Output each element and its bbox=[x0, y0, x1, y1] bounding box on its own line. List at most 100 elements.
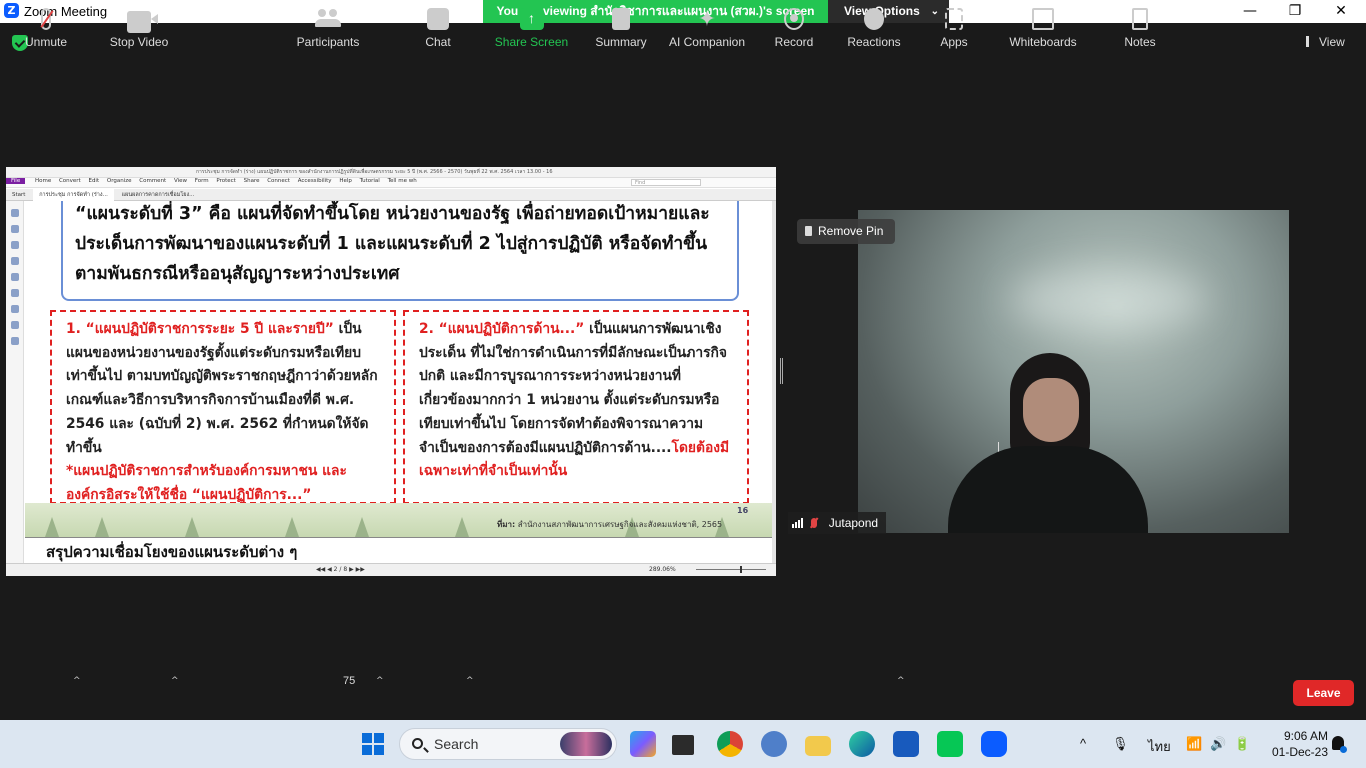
word-icon[interactable] bbox=[893, 731, 919, 757]
slide-number: 16 bbox=[737, 506, 749, 515]
menu-help: Help bbox=[339, 178, 352, 184]
participants-options-caret[interactable]: ^ bbox=[376, 676, 384, 686]
doc-tab-start: Start bbox=[12, 192, 26, 198]
remove-pin-button[interactable]: Remove Pin bbox=[797, 219, 895, 244]
taskbar-search[interactable]: Search bbox=[399, 728, 617, 760]
menu-edit: Edit bbox=[88, 178, 100, 184]
search-icon bbox=[412, 738, 423, 749]
menu-tutorial: Tutorial bbox=[359, 178, 380, 184]
unmute-button[interactable]: Unmute bbox=[20, 8, 72, 49]
summary-button[interactable]: Summary bbox=[592, 8, 650, 49]
doc-tab-plan: แผนผลการคาดการเชื่อมโยง... bbox=[121, 192, 195, 198]
menu-organize: Organize bbox=[106, 178, 132, 184]
restore-button[interactable]: ❐ bbox=[1272, 0, 1318, 23]
share-screen-button[interactable]: Share Screen bbox=[494, 8, 569, 49]
shared-doc-title: การประชุม การจัดทำ (ร่าง) แผนปฏิบัติราชก… bbox=[196, 169, 553, 175]
reactions-button[interactable]: Reactions bbox=[845, 8, 903, 49]
stop-video-button[interactable]: Stop Video bbox=[104, 8, 174, 49]
next-slide-title: สรุปความเชื่อมโยงของแผนระดับต่าง ๆ bbox=[25, 537, 773, 563]
apps-icon bbox=[945, 8, 963, 30]
chat-button[interactable]: Chat bbox=[418, 8, 458, 49]
menu-accessibility: Accessibility bbox=[297, 178, 332, 184]
view-layout-icon bbox=[1306, 36, 1314, 47]
menu-comment: Comment bbox=[139, 178, 167, 184]
five-year-plan-body: เป็นแผนของหน่วยงานของรัฐตั้งแต่ระดับกรมห… bbox=[66, 321, 378, 456]
reactions-options-caret[interactable]: ^ bbox=[897, 676, 905, 686]
notes-button[interactable]: Notes bbox=[1120, 8, 1160, 49]
apps-button[interactable]: Apps bbox=[936, 8, 972, 49]
find-field: Find bbox=[631, 179, 701, 186]
menu-view: View bbox=[173, 178, 188, 184]
five-year-plan-heading: 1. “แผนปฏิบัติราชการระยะ 5 ปี และรายปี” bbox=[66, 321, 334, 337]
summary-icon bbox=[612, 8, 630, 30]
edge-icon[interactable] bbox=[849, 731, 875, 757]
zoom-taskbar-icon[interactable] bbox=[981, 731, 1007, 757]
network-app-icon[interactable] bbox=[761, 731, 787, 757]
clock-date: 01-Dec-23 bbox=[1271, 745, 1328, 759]
slide-source: ที่มา: สำนักงานสภาพัฒนาการเศรษฐกิจและสัง… bbox=[497, 518, 722, 531]
chat-bubble-icon bbox=[427, 8, 449, 30]
shared-app-menu: File Home Convert Edit Organize Comment … bbox=[6, 178, 776, 188]
reaction-smiley-icon bbox=[864, 8, 884, 30]
language-indicator[interactable]: ไทย bbox=[1148, 736, 1171, 757]
participant-name-tag: Jutapond bbox=[788, 512, 886, 534]
participant-video[interactable] bbox=[858, 210, 1289, 533]
search-placeholder: Search bbox=[434, 736, 479, 752]
participants-button[interactable]: Participants bbox=[294, 8, 362, 49]
line-icon[interactable] bbox=[937, 731, 963, 757]
audio-options-caret[interactable]: ^ bbox=[73, 676, 81, 686]
zoom-app-icon: Z bbox=[4, 3, 19, 18]
page-indicator: ◀◀ ◀ 2 / 8 ▶ ▶▶ bbox=[316, 566, 365, 573]
battery-icon[interactable]: 🔋 bbox=[1234, 736, 1250, 752]
close-button[interactable]: ✕ bbox=[1318, 0, 1364, 23]
leave-button[interactable]: Leave bbox=[1293, 680, 1354, 706]
taskbar-clock[interactable]: 9:06 AM 01-Dec-23 bbox=[1266, 728, 1328, 760]
menu-home: Home bbox=[34, 178, 52, 184]
shared-doc-scrollbar bbox=[772, 201, 776, 563]
whiteboards-button[interactable]: Whiteboards bbox=[1006, 8, 1080, 49]
share-screen-icon bbox=[519, 8, 544, 30]
five-year-plan-box: 1. “แผนปฏิบัติราชการระยะ 5 ปี และรายปี” … bbox=[50, 310, 396, 504]
slide-page: “แผนระดับที่ 3” คือ แผนที่จัดทำขึ้นโดย ห… bbox=[25, 201, 773, 563]
wifi-icon[interactable]: 📶 bbox=[1186, 736, 1202, 752]
shared-doc-sidebar bbox=[6, 201, 24, 563]
volume-icon[interactable]: 🔊 bbox=[1210, 736, 1226, 752]
apps-label: Apps bbox=[940, 35, 968, 49]
windows-start-icon[interactable] bbox=[362, 733, 384, 755]
menu-convert: Convert bbox=[58, 178, 81, 184]
plan-level3-definition: “แผนระดับที่ 3” คือ แผนที่จัดทำขึ้นโดย ห… bbox=[75, 204, 710, 284]
signal-strength-icon bbox=[792, 513, 804, 535]
chrome-icon[interactable] bbox=[717, 731, 743, 757]
source-label: ที่มา: bbox=[497, 520, 516, 529]
participants-count: 75 bbox=[343, 675, 356, 687]
remove-pin-label: Remove Pin bbox=[818, 224, 884, 238]
video-options-caret[interactable]: ^ bbox=[171, 676, 179, 686]
ai-companion-button[interactable]: ✦ AI Companion bbox=[666, 8, 748, 50]
task-view-icon[interactable] bbox=[672, 735, 694, 755]
panel-resize-handle[interactable] bbox=[780, 358, 783, 384]
menu-connect: Connect bbox=[267, 178, 290, 184]
chat-options-caret[interactable]: ^ bbox=[466, 676, 474, 686]
shared-screen[interactable]: การประชุม การจัดทำ (ร่าง) แผนปฏิบัติราชก… bbox=[6, 167, 776, 576]
zoom-level: 289.06% bbox=[649, 566, 676, 573]
menu-share: Share bbox=[243, 178, 260, 184]
share-screen-label: Share Screen bbox=[494, 35, 569, 49]
file-explorer-icon[interactable] bbox=[805, 736, 831, 756]
source-text: สำนักงานสภาพัฒนาการเศรษฐกิจและสังคมแห่งช… bbox=[515, 520, 723, 529]
menu-file: File bbox=[6, 178, 26, 184]
copilot-icon[interactable] bbox=[630, 731, 656, 757]
search-highlight-art bbox=[560, 732, 612, 756]
show-hidden-icons-icon[interactable]: ^ bbox=[1080, 736, 1086, 751]
summary-label: Summary bbox=[595, 35, 647, 49]
shared-doc-statusbar: ◀◀ ◀ 2 / 8 ▶ ▶▶ 289.06% bbox=[6, 563, 776, 576]
view-label: View bbox=[1319, 35, 1345, 49]
plan-level3-definition-box: “แผนระดับที่ 3” คือ แผนที่จัดทำขึ้นโดย ห… bbox=[61, 201, 739, 301]
microphone-tray-icon[interactable]: 🎙 bbox=[1112, 736, 1129, 752]
record-button[interactable]: Record bbox=[772, 8, 816, 49]
view-button[interactable]: View bbox=[1306, 35, 1345, 49]
minimize-button[interactable]: — bbox=[1227, 0, 1273, 23]
participants-icon bbox=[315, 8, 341, 30]
chat-label: Chat bbox=[425, 35, 451, 49]
menu-protect: Protect bbox=[216, 178, 236, 184]
shared-app-titlebar: การประชุม การจัดทำ (ร่าง) แผนปฏิบัติราชก… bbox=[6, 167, 776, 178]
